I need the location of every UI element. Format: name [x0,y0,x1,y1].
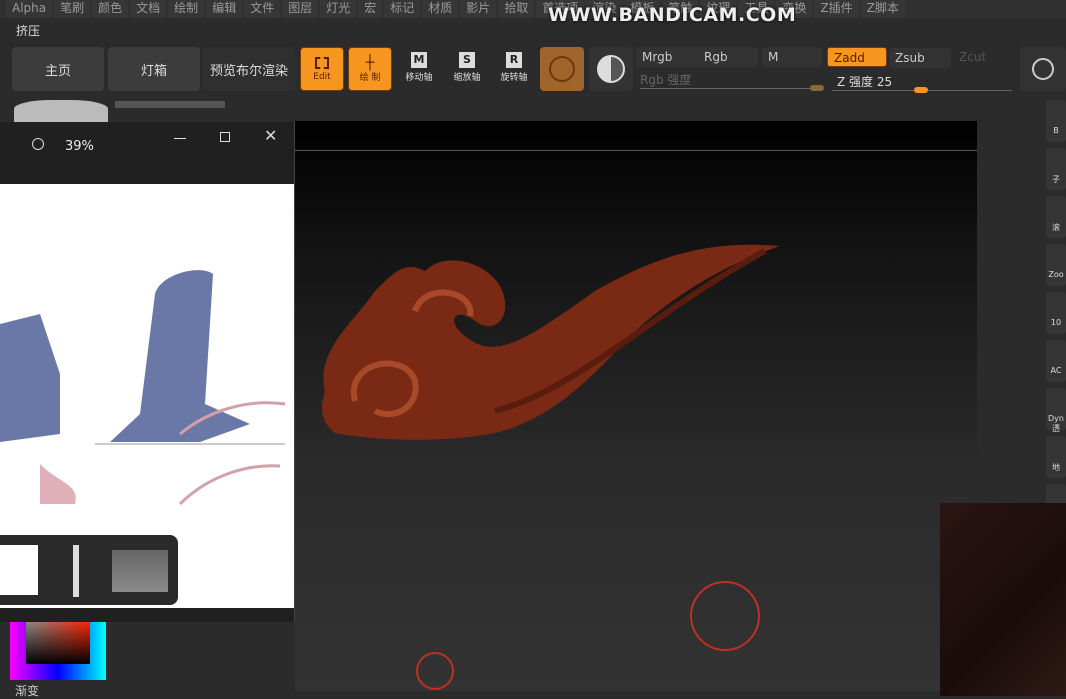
menu-item[interactable]: 图层 [282,0,319,18]
move-button[interactable]: M 移动轴 [402,52,436,83]
minimize-button[interactable] [174,138,186,139]
zoom-level: 39% [65,139,94,154]
draw-button[interactable]: ┼ 绘 制 [348,47,392,91]
crosshair-icon: ┼ [365,54,375,71]
home-button[interactable]: 主页 [12,47,104,91]
thumbnail-strip [0,535,178,605]
menu-item[interactable]: 文档 [130,0,167,18]
rotate-button[interactable]: R 旋转轴 [497,52,531,83]
watermark: WWW.BANDICAM.COM [548,4,797,26]
shelf-button[interactable]: 子 [1046,148,1066,190]
scale-icon: S [459,52,475,68]
yin-yang-icon [597,55,625,83]
shelf-button[interactable]: Dyn 透 [1046,388,1066,433]
menu-item[interactable]: 宏 [358,0,383,18]
tab-strip [115,101,225,108]
z-intensity-knob[interactable] [914,87,928,93]
thumbnail-strip-image[interactable] [73,545,79,597]
zsub-button[interactable]: Zsub [889,48,951,68]
m-button[interactable]: M [762,47,822,67]
shelf-button[interactable]: 地 [1046,436,1066,478]
zcut-button[interactable]: Zcut [953,47,1013,67]
menu-item[interactable]: 灯光 [320,0,357,18]
zoom-in-icon[interactable] [32,138,44,150]
menu-item[interactable]: 文件 [244,0,281,18]
shelf-button[interactable]: B [1046,100,1066,142]
webcam-overlay [940,503,1066,696]
rgb-intensity-label: Rgb 强度 [640,73,692,87]
shelf-button[interactable]: Zoo [1046,244,1066,286]
zadd-button[interactable]: Zadd [827,47,887,67]
brush-settings-button[interactable] [1020,47,1066,91]
gradient-label: 渐变 [15,684,40,698]
thumbnail-boots[interactable] [0,545,38,595]
draw-label: 绘 制 [359,72,381,83]
rgb-intensity-knob[interactable] [810,85,824,91]
menu-item[interactable]: 笔刷 [54,0,91,18]
material-sphere-icon [549,56,575,82]
brush-thumbnail[interactable] [14,100,108,122]
rgb-intensity-slider[interactable] [640,88,820,89]
canvas-rule [295,150,977,151]
edit-icon [315,56,329,69]
menu-bar: Alpha 笔刷 颜色 文档 绘制 编辑 文件 图层 灯光宏标记 材质 影片 拾取 首选项 渲染 模板 笔触纹… [0,0,1066,18]
zbrush-canvas[interactable] [295,121,977,691]
scale-label: 缩放轴 [453,73,481,83]
menu-item[interactable]: Alpha [6,0,53,18]
menu-item[interactable]: 标记 [384,0,421,18]
shelf-button[interactable]: AC [1046,340,1066,382]
menu-item[interactable]: Z插件 [814,0,859,18]
close-button[interactable]: ✕ [264,126,277,145]
menu-item[interactable]: 颜色 [92,0,129,18]
scale-button[interactable]: S 缩放轴 [450,52,484,83]
lightbox-button[interactable]: 灯箱 [108,47,200,91]
shelf-button[interactable]: 滚 [1046,196,1066,238]
menu-item[interactable]: 材质 [422,0,459,18]
maximize-button[interactable] [220,132,230,142]
current-tool-label: 挤压 [16,24,41,38]
rotate-icon: R [506,52,522,68]
move-icon: M [411,52,427,68]
menu-item[interactable]: 影片 [460,0,497,18]
menu-item[interactable]: 编辑 [206,0,243,18]
rotate-label: 旋转轴 [500,73,528,83]
thumbnail-clay-photo[interactable] [112,550,168,592]
color-picker[interactable] [10,622,106,680]
menu-item[interactable]: 拾取 [498,0,535,18]
z-intensity-label: Z 强度 25 [837,75,893,89]
edit-button[interactable]: Edit [300,47,344,91]
menu-item[interactable]: Z脚本 [860,0,905,18]
right-shelf: B子滚Zoo10ACDyn 透地对 [1046,100,1066,526]
sculpt-model [322,244,780,690]
bool-preview-button[interactable]: 预览布尔渲染 [203,47,295,91]
shelf-button[interactable]: 10 [1046,292,1066,334]
material-button[interactable] [540,47,584,91]
menu-item[interactable]: 绘制 [168,0,205,18]
move-label: 移动轴 [405,73,433,83]
brush-target-icon [1032,58,1054,80]
rgb-button[interactable]: Rgb [698,47,758,67]
edit-label: Edit [313,71,331,82]
gyro-button[interactable] [589,47,633,91]
